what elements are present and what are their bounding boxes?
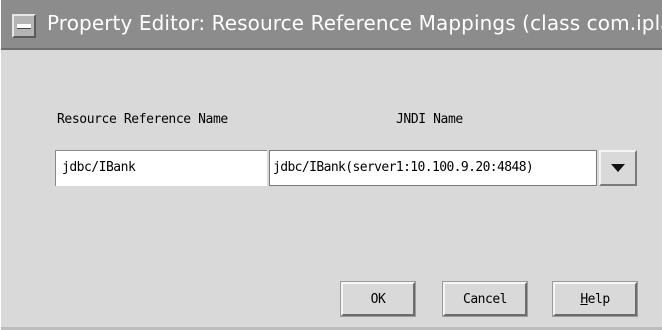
help-button-label: elp [587, 291, 610, 307]
window-menu-icon[interactable] [12, 14, 36, 38]
cancel-button[interactable]: Cancel [442, 281, 528, 317]
chevron-down-icon[interactable] [599, 150, 637, 186]
resource-reference-name-label: Resource Reference Name [57, 112, 228, 127]
jndi-name-field[interactable]: jdbc/IBank(server1:10.100.9.20:4848) [269, 150, 597, 186]
cancel-button-label: Cancel [463, 291, 507, 307]
ok-button-label: OK [370, 291, 386, 307]
ok-button[interactable]: OK [340, 281, 416, 317]
jndi-name-label: JNDI Name [396, 112, 463, 127]
resource-reference-name-field[interactable]: jdbc/IBank [55, 150, 267, 186]
help-button-mnemonic: H [580, 291, 588, 307]
jndi-name-value: jdbc/IBank(server1:10.100.9.20:4848) [273, 160, 534, 175]
window-title: Property Editor: Resource Reference Mapp… [47, 11, 662, 35]
resource-reference-name-value: jdbc/IBank [62, 160, 136, 175]
window-menu-bar [17, 24, 31, 29]
property-editor-dialog: Property Editor: Resource Reference Mapp… [0, 0, 662, 330]
help-button[interactable]: Help [552, 281, 638, 317]
jndi-name-combobox[interactable]: jdbc/IBank(server1:10.100.9.20:4848) [269, 150, 637, 186]
title-bar[interactable]: Property Editor: Resource Reference Mapp… [1, 0, 662, 50]
